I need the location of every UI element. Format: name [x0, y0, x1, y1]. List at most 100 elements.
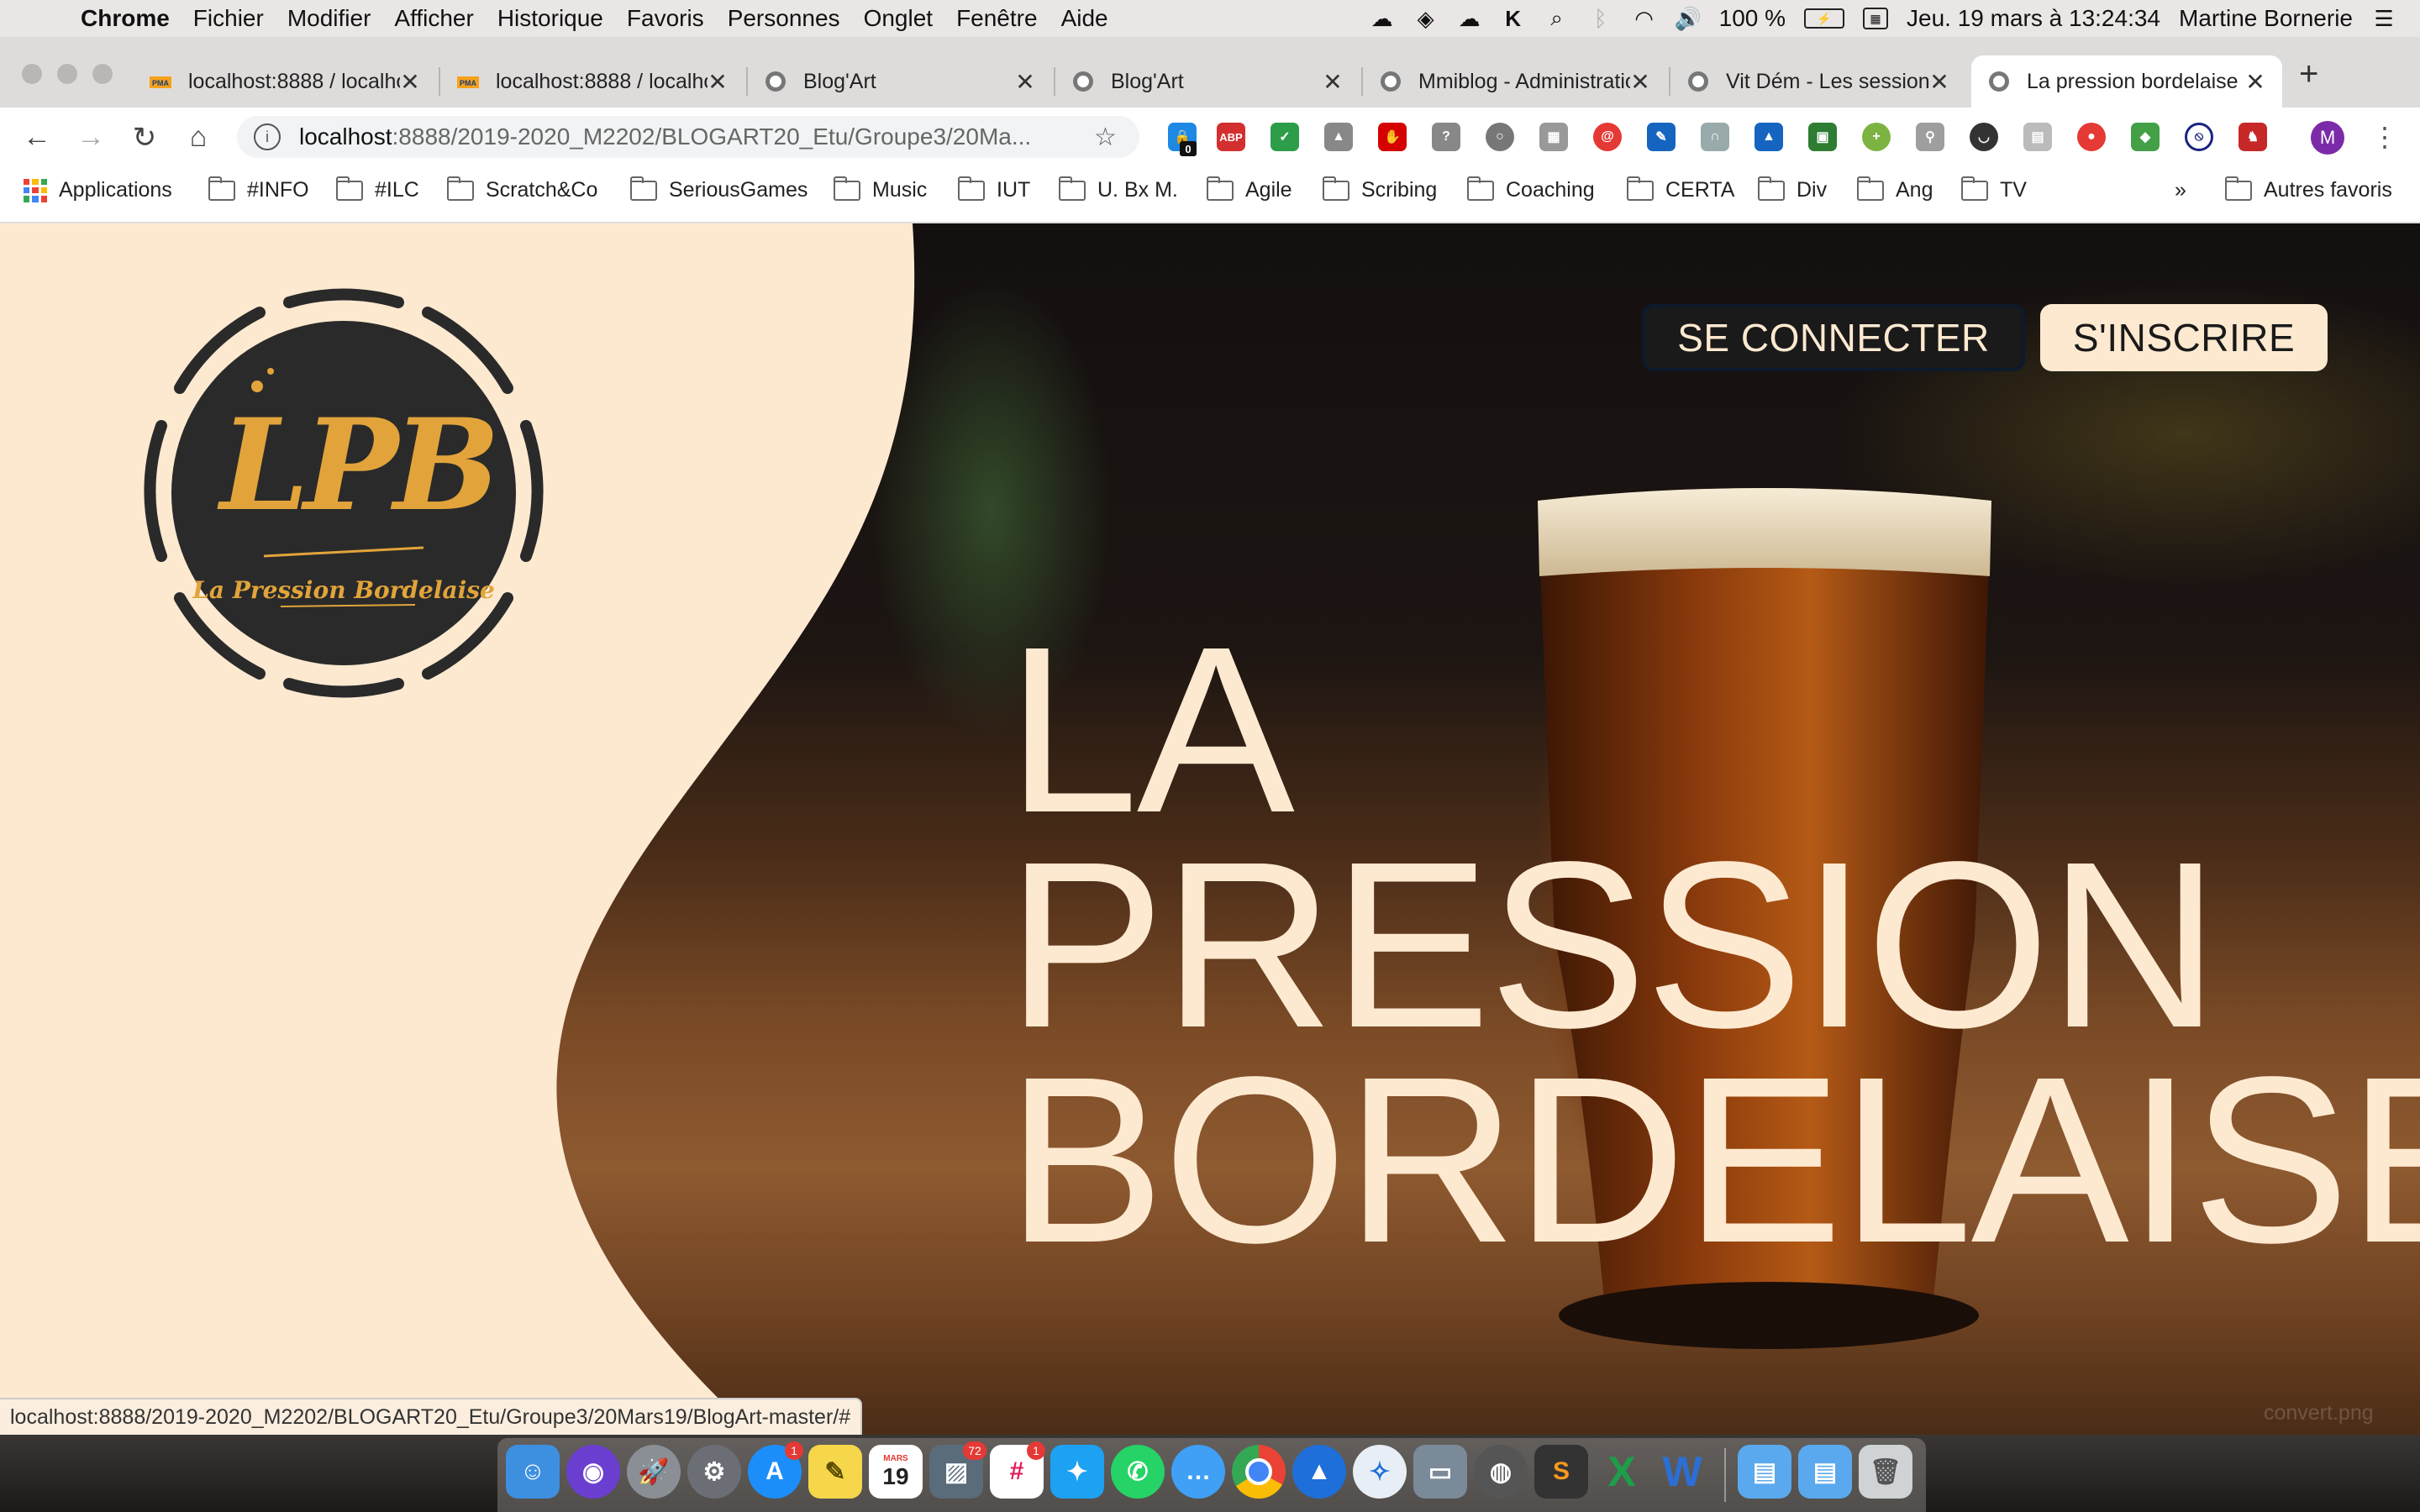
safari-icon[interactable]: ✧	[1353, 1445, 1407, 1499]
minimize-window-button[interactable]	[57, 64, 77, 84]
launchpad-icon[interactable]: 🚀	[627, 1445, 681, 1499]
close-tab-icon[interactable]: ✕	[1015, 68, 1035, 96]
wifi-icon[interactable]: ◠	[1632, 6, 1657, 31]
close-window-button[interactable]	[22, 64, 42, 84]
cloud-sync-icon[interactable]: ▲	[1292, 1445, 1346, 1499]
reload-icon[interactable]: ↻	[128, 121, 161, 155]
back-icon[interactable]: ←	[20, 121, 54, 154]
bookmark-folder-scratch[interactable]: Scratch&Co	[447, 176, 597, 202]
bookmark-folder-div[interactable]: Div	[1758, 176, 1827, 202]
tab-1[interactable]: PMA localhost:8888 / localhost ✕	[133, 55, 437, 108]
red-extension-icon[interactable]: ♞	[2238, 123, 2267, 151]
tab-7-active[interactable]: La pression bordelaise ✕	[1971, 55, 2282, 108]
close-tab-icon[interactable]: ✕	[1929, 68, 1949, 96]
close-tab-icon[interactable]: ✕	[2245, 68, 2265, 96]
menu-onglet[interactable]: Onglet	[864, 5, 934, 32]
menu-aide[interactable]: Aide	[1061, 5, 1108, 32]
swirl-extension-icon[interactable]: @	[1593, 123, 1622, 151]
excel-icon[interactable]: X	[1595, 1445, 1649, 1499]
signup-button[interactable]: S'INSCRIRE	[2040, 304, 2328, 371]
zoom-window-button[interactable]	[92, 64, 113, 84]
close-tab-icon[interactable]: ✕	[1323, 68, 1343, 96]
cloud-alert-icon[interactable]: ☁	[1457, 6, 1482, 31]
finder-icon[interactable]: ☺	[506, 1445, 560, 1499]
menu-historique[interactable]: Historique	[497, 5, 603, 32]
menu-fenetre[interactable]: Fenêtre	[956, 5, 1038, 32]
plus-extension-icon[interactable]: +	[1862, 123, 1891, 151]
menu-modifier[interactable]: Modifier	[287, 5, 371, 32]
twitter-icon[interactable]: ✦	[1050, 1445, 1104, 1499]
bookmark-folder-music[interactable]: Music	[834, 176, 927, 202]
bookmark-folder-iut[interactable]: IUT	[958, 176, 1030, 202]
volume-icon[interactable]: 🔊	[1674, 6, 1701, 31]
close-tab-icon[interactable]: ✕	[708, 68, 728, 96]
address-bar[interactable]: i localhost:8888/2019-2020_M2202/BLOGART…	[237, 116, 1139, 158]
documents-folder-icon[interactable]: ▤	[1798, 1445, 1852, 1499]
bookmark-folder-info[interactable]: #INFO	[208, 176, 309, 202]
bookmark-folder-ubxm[interactable]: U. Bx M.	[1059, 176, 1178, 202]
word-icon[interactable]: W	[1655, 1445, 1709, 1499]
whatsapp-icon[interactable]: ✆	[1111, 1445, 1165, 1499]
menu-afficher[interactable]: Afficher	[394, 5, 473, 32]
notification-center-icon[interactable]: ☰	[2371, 6, 2396, 31]
dropbox-icon[interactable]: ◈	[1413, 6, 1439, 31]
new-tab-icon[interactable]: +	[2299, 55, 2318, 93]
home-icon[interactable]: ⌂	[182, 121, 215, 154]
sublime-text-icon[interactable]: S	[1534, 1445, 1588, 1499]
trash-icon[interactable]: 🗑	[1859, 1445, 1912, 1499]
tab-3[interactable]: Blog'Art ✕	[748, 55, 1052, 108]
close-tab-icon[interactable]: ✕	[400, 68, 420, 96]
tab-6[interactable]: Vit Dém - Les sessions ✕	[1670, 55, 1966, 108]
bluetooth-icon[interactable]: ᛒ	[1588, 6, 1613, 31]
bookmark-folder-scribing[interactable]: Scribing	[1323, 176, 1437, 202]
close-tab-icon[interactable]: ✕	[1630, 68, 1650, 96]
blocked-extension-icon[interactable]: ⦸	[2185, 123, 2213, 151]
stop-hand-icon[interactable]: ✋	[1378, 123, 1407, 151]
calendar-icon[interactable]: MARS 19	[869, 1445, 923, 1499]
document-extension-icon[interactable]: ▤	[2023, 123, 2052, 151]
shield-check-icon[interactable]: ✓	[1270, 123, 1299, 151]
adblock-plus-icon[interactable]: ABP	[1217, 123, 1245, 151]
forward-icon[interactable]: →	[74, 121, 108, 154]
k-app-icon[interactable]: K	[1501, 6, 1526, 31]
login-button[interactable]: SE CONNECTER	[1642, 304, 2025, 371]
circle-extension-icon[interactable]: ○	[1486, 123, 1514, 151]
pin-extension-icon[interactable]: ⚲	[1916, 123, 1944, 151]
calendar-extension-icon[interactable]: ▦	[1539, 123, 1568, 151]
record-extension-icon[interactable]: ●	[2077, 123, 2106, 151]
bookmark-applications[interactable]: Applications	[24, 178, 172, 202]
siri-icon[interactable]: ◉	[566, 1445, 620, 1499]
menu-fichier[interactable]: Fichier	[193, 5, 264, 32]
bookmark-folder-ilc[interactable]: #ILC	[336, 176, 419, 202]
classroom-icon[interactable]: ▣	[1808, 123, 1837, 151]
profile-avatar[interactable]: M	[2311, 121, 2344, 155]
address-url[interactable]: localhost:8888/2019-2020_M2202/BLOGART20…	[299, 123, 1094, 150]
menu-favoris[interactable]: Favoris	[627, 5, 704, 32]
messages-icon[interactable]: …	[1171, 1445, 1225, 1499]
tab-2[interactable]: PMA localhost:8888 / localhost ✕	[440, 55, 744, 108]
image-capture-icon[interactable]: ▭	[1413, 1445, 1467, 1499]
bookmark-star-icon[interactable]: ☆	[1094, 123, 1128, 152]
menubar-datetime[interactable]: Jeu. 19 mars à 13:24:34	[1907, 5, 2160, 32]
tab-5[interactable]: Mmiblog - Administration ✕	[1363, 55, 1667, 108]
system-preferences-icon[interactable]: ⚙	[687, 1445, 741, 1499]
bookmarks-overflow-chevron-icon[interactable]: »	[2175, 178, 2186, 202]
privacy-shield-icon[interactable]: ?	[1432, 123, 1460, 151]
search-icon[interactable]: ⌕	[1544, 5, 1570, 30]
applications-folder-icon[interactable]: ▤	[1738, 1445, 1791, 1499]
bookmark-folder-seriousgames[interactable]: SeriousGames	[630, 176, 808, 202]
headphones-icon[interactable]: ◡	[1970, 123, 1998, 151]
cloud-app-icon[interactable]: ☁	[1370, 6, 1395, 31]
bookmark-folder-coaching[interactable]: Coaching	[1467, 176, 1595, 202]
battery-icon[interactable]: ⚡	[1804, 8, 1845, 29]
bookmark-folder-tv[interactable]: TV	[1961, 176, 2027, 202]
site-info-icon[interactable]: i	[254, 123, 281, 150]
graduation-cap-icon[interactable]: ▲	[1754, 123, 1783, 151]
shield-extension-icon[interactable]: ◆	[2131, 123, 2160, 151]
bookmark-folder-ang[interactable]: Ang	[1857, 176, 1933, 202]
bookmark-folder-agile[interactable]: Agile	[1207, 176, 1292, 202]
menu-app-name[interactable]: Chrome	[81, 5, 170, 32]
notes-extension-icon[interactable]: ✎	[1647, 123, 1676, 151]
bookmark-folder-other[interactable]: Autres favoris	[2225, 176, 2392, 202]
tab-4[interactable]: Blog'Art ✕	[1055, 55, 1360, 108]
